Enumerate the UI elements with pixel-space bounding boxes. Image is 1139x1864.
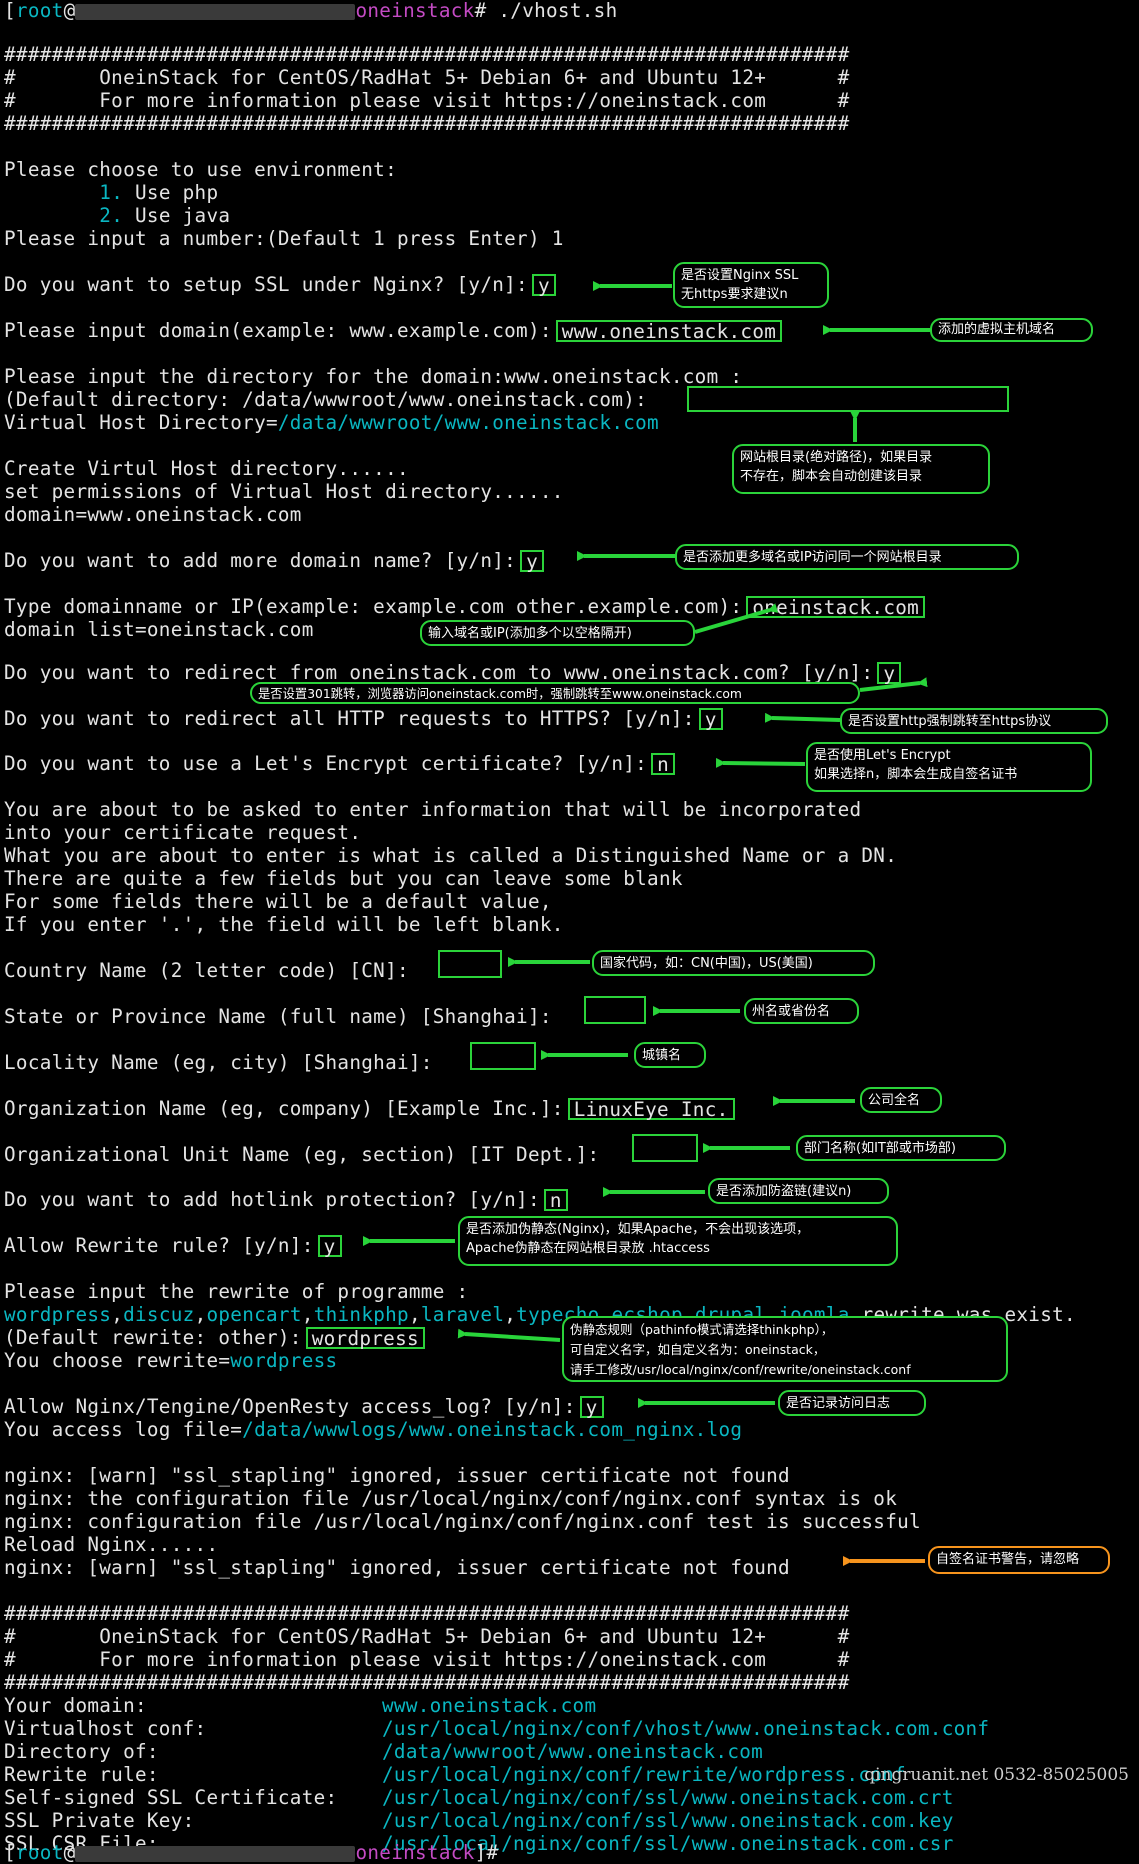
note-unit: 部门名称(如IT部或市场部) — [796, 1135, 1006, 1161]
note-ssl-warning: 自签名证书警告，请忽略 — [928, 1546, 1110, 1574]
note-https: 是否设置http强制跳转至https协议 — [840, 708, 1108, 734]
note-state: 州名或省份名 — [744, 998, 859, 1024]
note-rewrite: 是否添加伪静态(Nginx)，如果Apache，不会出现该选项， Apache伪静… — [458, 1216, 898, 1266]
note-country: 国家代码，如：CN(中国)，US(美国) — [592, 950, 875, 976]
note-city: 城镇名 — [634, 1042, 706, 1068]
arrow-redirect — [859, 677, 928, 692]
note-ssl: 是否设置Nginx SSL 无https要求建议n — [673, 262, 829, 308]
note-domainname: 输入域名或IP(添加多个以空格隔开) — [420, 620, 695, 646]
note-letsencrypt: 是否使用Let's Encrypt 如果选择n，脚本会生成自签名证书 — [806, 742, 1092, 792]
note-dir: 网站根目录(绝对路径)，如果目录 不存在，脚本会自动创建该目录 — [732, 444, 990, 494]
annotation-arrows — [363, 281, 930, 1566]
note-org: 公司全名 — [860, 1087, 942, 1113]
arrow-prog — [457, 1328, 561, 1342]
note-rewrite-programme: 伪静态规则（pathinfo模式请选择thinkphp）， 可自定义名字，如自定义… — [562, 1316, 1008, 1382]
arrow-type — [694, 603, 779, 634]
note-redirect: 是否设置301跳转，浏览器访问oneinstack.com时，强制跳转至www.… — [250, 682, 860, 704]
note-hotlink: 是否添加防盗链(建议n) — [708, 1178, 889, 1204]
note-access-log: 是否记录访问日志 — [778, 1390, 926, 1416]
note-more-domain: 是否添加更多域名或IP访问同一个网站根目录 — [675, 544, 1019, 570]
arrow-https — [764, 712, 841, 723]
note-domain: 添加的虚拟主机域名 — [930, 318, 1093, 342]
arrow-le — [715, 757, 806, 768]
